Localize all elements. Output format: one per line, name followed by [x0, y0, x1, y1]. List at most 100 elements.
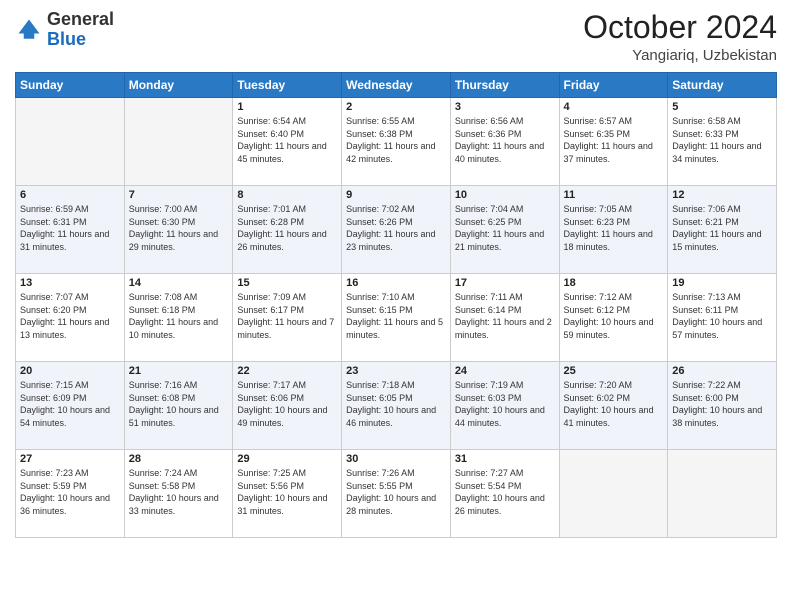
weekday-header-thursday: Thursday — [450, 73, 559, 98]
daylight-text: Daylight: 11 hours and 10 minutes. — [129, 317, 218, 340]
calendar-cell: 5 Sunrise: 6:58 AM Sunset: 6:33 PM Dayli… — [668, 98, 777, 186]
sunset-text: Sunset: 6:30 PM — [129, 217, 196, 227]
sunset-text: Sunset: 5:56 PM — [237, 481, 304, 491]
day-number: 14 — [129, 277, 229, 289]
calendar-cell — [16, 98, 125, 186]
sunrise-text: Sunrise: 7:04 AM — [455, 204, 524, 214]
day-number: 7 — [129, 189, 229, 201]
logo-text: General Blue — [47, 10, 114, 50]
sunrise-text: Sunrise: 7:08 AM — [129, 292, 198, 302]
daylight-text: Daylight: 10 hours and 33 minutes. — [129, 493, 219, 516]
calendar-cell: 28 Sunrise: 7:24 AM Sunset: 5:58 PM Dayl… — [124, 450, 233, 538]
daylight-text: Daylight: 10 hours and 57 minutes. — [672, 317, 762, 340]
calendar-cell: 8 Sunrise: 7:01 AM Sunset: 6:28 PM Dayli… — [233, 186, 342, 274]
daylight-text: Daylight: 10 hours and 38 minutes. — [672, 405, 762, 428]
calendar-cell: 30 Sunrise: 7:26 AM Sunset: 5:55 PM Dayl… — [342, 450, 451, 538]
day-number: 13 — [20, 277, 120, 289]
cell-info: Sunrise: 7:09 AM Sunset: 6:17 PM Dayligh… — [237, 291, 337, 341]
cell-info: Sunrise: 7:10 AM Sunset: 6:15 PM Dayligh… — [346, 291, 446, 341]
sunrise-text: Sunrise: 7:16 AM — [129, 380, 198, 390]
calendar-cell: 19 Sunrise: 7:13 AM Sunset: 6:11 PM Dayl… — [668, 274, 777, 362]
header: General Blue October 2024 Yangiariq, Uzb… — [15, 10, 777, 64]
sunrise-text: Sunrise: 6:55 AM — [346, 116, 415, 126]
sunrise-text: Sunrise: 7:11 AM — [455, 292, 523, 302]
calendar-table: SundayMondayTuesdayWednesdayThursdayFrid… — [15, 72, 777, 538]
daylight-text: Daylight: 11 hours and 29 minutes. — [129, 229, 218, 252]
sunset-text: Sunset: 6:09 PM — [20, 393, 87, 403]
calendar-cell: 18 Sunrise: 7:12 AM Sunset: 6:12 PM Dayl… — [559, 274, 668, 362]
cell-info: Sunrise: 6:57 AM Sunset: 6:35 PM Dayligh… — [564, 115, 664, 165]
sunset-text: Sunset: 6:08 PM — [129, 393, 196, 403]
cell-info: Sunrise: 7:07 AM Sunset: 6:20 PM Dayligh… — [20, 291, 120, 341]
daylight-text: Daylight: 10 hours and 36 minutes. — [20, 493, 110, 516]
calendar-cell: 1 Sunrise: 6:54 AM Sunset: 6:40 PM Dayli… — [233, 98, 342, 186]
calendar-cell: 3 Sunrise: 6:56 AM Sunset: 6:36 PM Dayli… — [450, 98, 559, 186]
daylight-text: Daylight: 11 hours and 2 minutes. — [455, 317, 552, 340]
sunset-text: Sunset: 6:11 PM — [672, 305, 738, 315]
calendar-cell: 26 Sunrise: 7:22 AM Sunset: 6:00 PM Dayl… — [668, 362, 777, 450]
sunrise-text: Sunrise: 7:18 AM — [346, 380, 415, 390]
sunrise-text: Sunrise: 7:05 AM — [564, 204, 633, 214]
sunset-text: Sunset: 6:40 PM — [237, 129, 304, 139]
sunrise-text: Sunrise: 7:00 AM — [129, 204, 198, 214]
sunrise-text: Sunrise: 6:57 AM — [564, 116, 633, 126]
sunrise-text: Sunrise: 7:07 AM — [20, 292, 89, 302]
calendar-cell: 2 Sunrise: 6:55 AM Sunset: 6:38 PM Dayli… — [342, 98, 451, 186]
sunset-text: Sunset: 6:21 PM — [672, 217, 739, 227]
day-number: 6 — [20, 189, 120, 201]
calendar-cell: 12 Sunrise: 7:06 AM Sunset: 6:21 PM Dayl… — [668, 186, 777, 274]
cell-info: Sunrise: 6:59 AM Sunset: 6:31 PM Dayligh… — [20, 203, 120, 253]
daylight-text: Daylight: 10 hours and 44 minutes. — [455, 405, 545, 428]
day-number: 11 — [564, 189, 664, 201]
day-number: 16 — [346, 277, 446, 289]
page: General Blue October 2024 Yangiariq, Uzb… — [0, 0, 792, 612]
sunrise-text: Sunrise: 7:27 AM — [455, 468, 524, 478]
sunrise-text: Sunrise: 7:10 AM — [346, 292, 415, 302]
sunrise-text: Sunrise: 6:56 AM — [455, 116, 524, 126]
daylight-text: Daylight: 10 hours and 41 minutes. — [564, 405, 654, 428]
daylight-text: Daylight: 11 hours and 23 minutes. — [346, 229, 435, 252]
daylight-text: Daylight: 11 hours and 15 minutes. — [672, 229, 761, 252]
day-number: 26 — [672, 365, 772, 377]
sunset-text: Sunset: 6:00 PM — [672, 393, 739, 403]
daylight-text: Daylight: 10 hours and 28 minutes. — [346, 493, 436, 516]
sunset-text: Sunset: 6:35 PM — [564, 129, 631, 139]
calendar-cell: 7 Sunrise: 7:00 AM Sunset: 6:30 PM Dayli… — [124, 186, 233, 274]
title-month: October 2024 — [583, 10, 777, 45]
cell-info: Sunrise: 7:06 AM Sunset: 6:21 PM Dayligh… — [672, 203, 772, 253]
day-number: 22 — [237, 365, 337, 377]
sunset-text: Sunset: 5:58 PM — [129, 481, 196, 491]
cell-info: Sunrise: 7:04 AM Sunset: 6:25 PM Dayligh… — [455, 203, 555, 253]
calendar-week-row: 20 Sunrise: 7:15 AM Sunset: 6:09 PM Dayl… — [16, 362, 777, 450]
day-number: 31 — [455, 453, 555, 465]
daylight-text: Daylight: 11 hours and 26 minutes. — [237, 229, 326, 252]
sunset-text: Sunset: 6:36 PM — [455, 129, 522, 139]
calendar-cell: 14 Sunrise: 7:08 AM Sunset: 6:18 PM Dayl… — [124, 274, 233, 362]
cell-info: Sunrise: 7:24 AM Sunset: 5:58 PM Dayligh… — [129, 467, 229, 517]
sunset-text: Sunset: 5:55 PM — [346, 481, 413, 491]
sunset-text: Sunset: 6:12 PM — [564, 305, 631, 315]
day-number: 29 — [237, 453, 337, 465]
daylight-text: Daylight: 10 hours and 46 minutes. — [346, 405, 436, 428]
sunrise-text: Sunrise: 7:20 AM — [564, 380, 633, 390]
sunset-text: Sunset: 6:33 PM — [672, 129, 739, 139]
day-number: 20 — [20, 365, 120, 377]
cell-info: Sunrise: 7:13 AM Sunset: 6:11 PM Dayligh… — [672, 291, 772, 341]
cell-info: Sunrise: 6:58 AM Sunset: 6:33 PM Dayligh… — [672, 115, 772, 165]
day-number: 17 — [455, 277, 555, 289]
weekday-header-saturday: Saturday — [668, 73, 777, 98]
calendar-cell: 21 Sunrise: 7:16 AM Sunset: 6:08 PM Dayl… — [124, 362, 233, 450]
calendar-cell: 10 Sunrise: 7:04 AM Sunset: 6:25 PM Dayl… — [450, 186, 559, 274]
calendar-cell: 11 Sunrise: 7:05 AM Sunset: 6:23 PM Dayl… — [559, 186, 668, 274]
sunset-text: Sunset: 6:38 PM — [346, 129, 413, 139]
daylight-text: Daylight: 10 hours and 31 minutes. — [237, 493, 327, 516]
cell-info: Sunrise: 7:27 AM Sunset: 5:54 PM Dayligh… — [455, 467, 555, 517]
daylight-text: Daylight: 10 hours and 54 minutes. — [20, 405, 110, 428]
weekday-header-tuesday: Tuesday — [233, 73, 342, 98]
daylight-text: Daylight: 11 hours and 21 minutes. — [455, 229, 544, 252]
sunrise-text: Sunrise: 7:26 AM — [346, 468, 415, 478]
calendar-cell: 13 Sunrise: 7:07 AM Sunset: 6:20 PM Dayl… — [16, 274, 125, 362]
sunset-text: Sunset: 6:02 PM — [564, 393, 631, 403]
daylight-text: Daylight: 10 hours and 26 minutes. — [455, 493, 545, 516]
cell-info: Sunrise: 7:25 AM Sunset: 5:56 PM Dayligh… — [237, 467, 337, 517]
